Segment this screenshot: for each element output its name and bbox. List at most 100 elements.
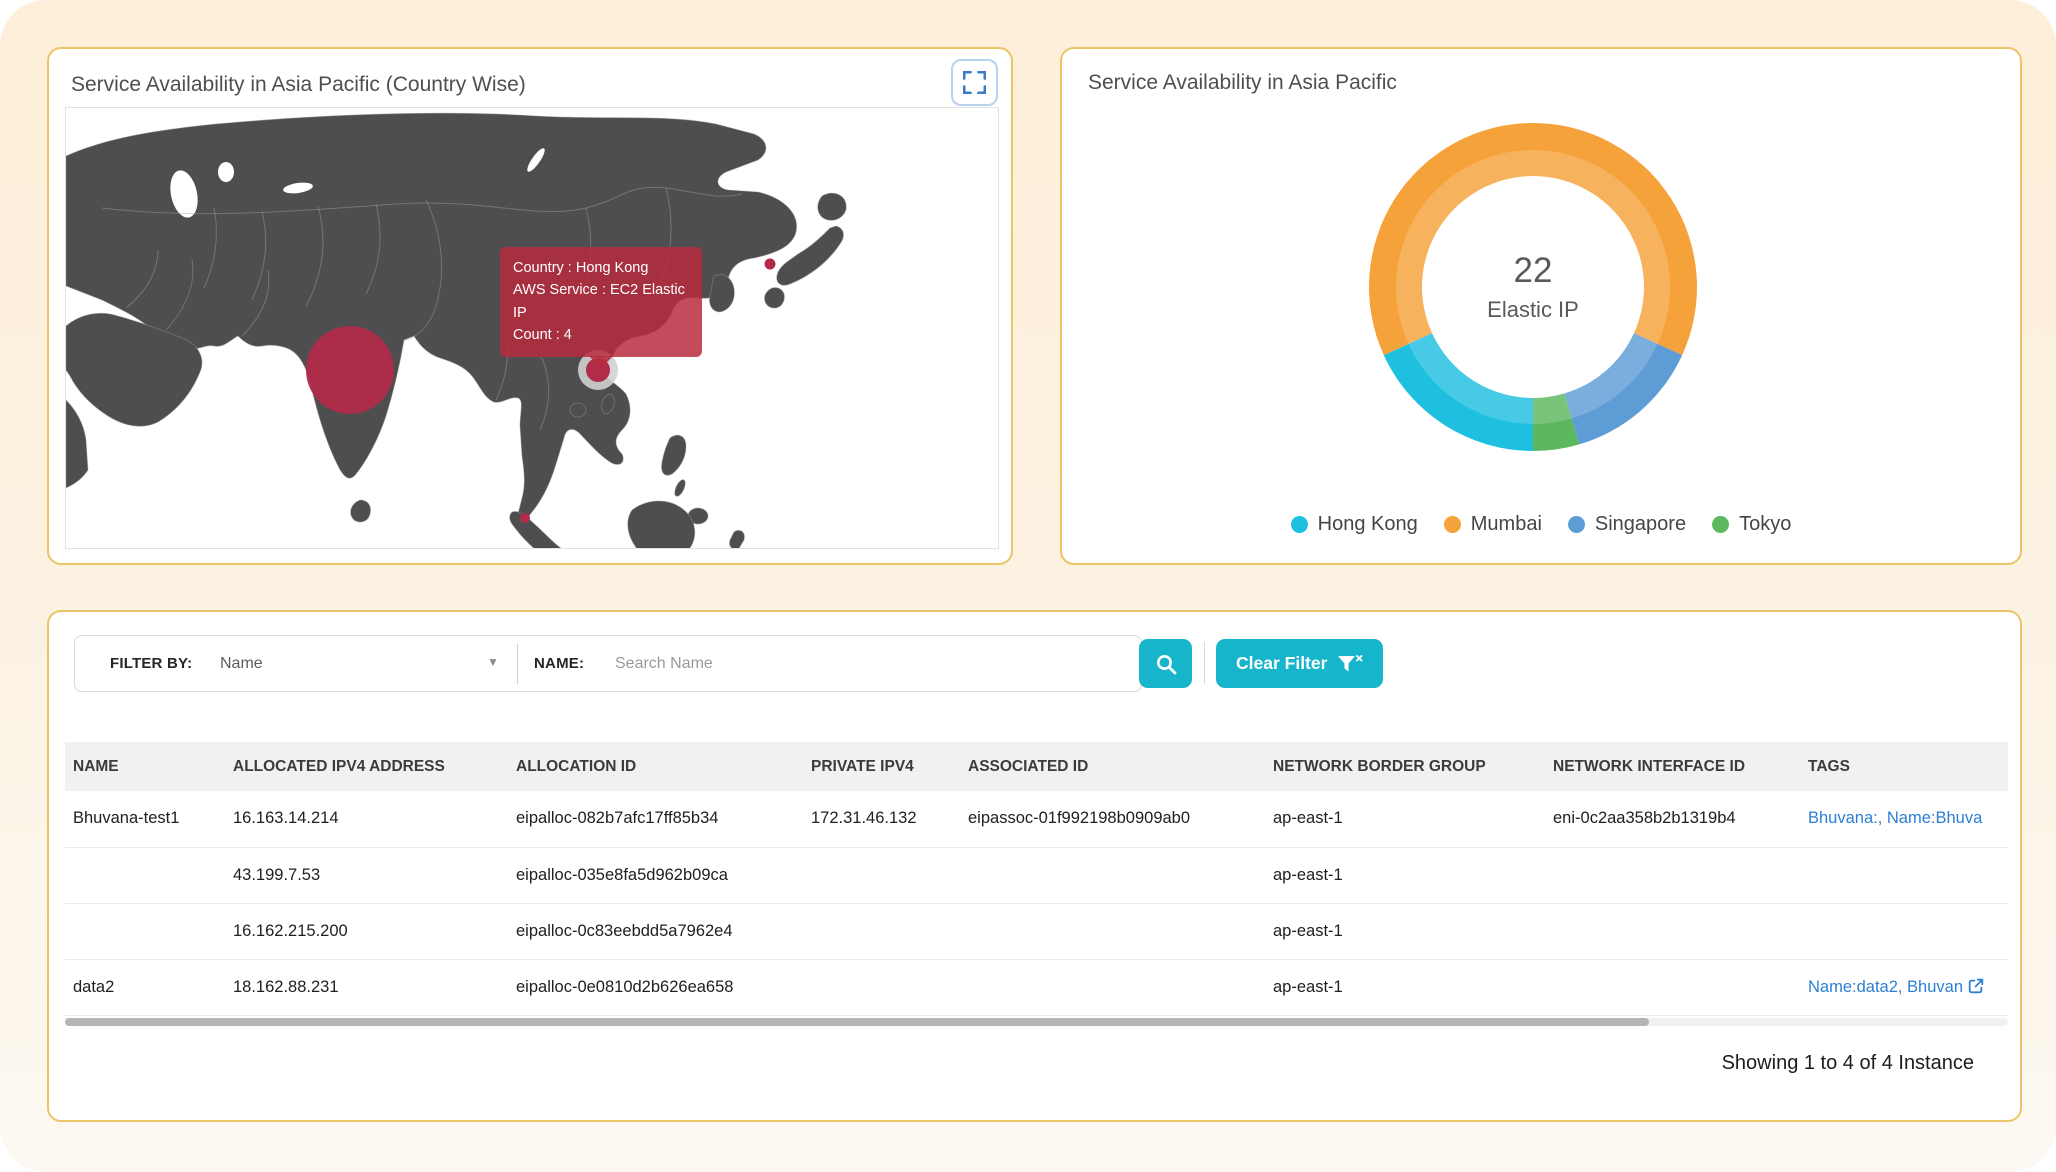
cell-allocated-ipv4: 43.199.7.53 — [225, 847, 508, 903]
cell-tags: Bhuvana:, Name:Bhuva — [1800, 791, 2008, 847]
cell-tags — [1800, 847, 2008, 903]
search-input[interactable] — [615, 642, 1125, 685]
tooltip-service: AWS Service : EC2 Elastic IP — [513, 279, 689, 324]
map-borneo — [628, 501, 695, 549]
filter-divider — [517, 644, 518, 684]
cell-private-ipv4 — [803, 959, 960, 1015]
cell-private-ipv4 — [803, 903, 960, 959]
cell-network-interface-id — [1545, 903, 1800, 959]
bubble-japan-tokyo[interactable] — [765, 259, 776, 270]
cell-network-border-group: ap-east-1 — [1265, 791, 1545, 847]
legend-label: Tokyo — [1739, 513, 1791, 536]
cell-private-ipv4 — [803, 847, 960, 903]
col-header-associated-id: ASSOCIATED ID — [960, 742, 1265, 791]
cell-allocation-id: eipalloc-035e8fa5d962b09ca — [508, 847, 803, 903]
cell-network-border-group: ap-east-1 — [1265, 847, 1545, 903]
table-row: 16.162.215.200 eipalloc-0c83eebdd5a7962e… — [65, 903, 2008, 959]
donut-panel: Service Availability in Asia Pacific 22 … — [1060, 47, 2022, 565]
table-header-row: NAME ALLOCATED IPV4 ADDRESS ALLOCATION I… — [65, 742, 2008, 791]
legend-dot — [1568, 516, 1585, 533]
legend-item-hong-kong[interactable]: Hong Kong — [1291, 513, 1418, 536]
cell-associated-id — [960, 847, 1265, 903]
expand-map-button[interactable] — [951, 59, 998, 106]
cell-private-ipv4: 172.31.46.132 — [803, 791, 960, 847]
donut-chart: 22 Elastic IP — [1303, 57, 1763, 517]
magnifier-icon — [1154, 652, 1178, 676]
external-link-icon[interactable] — [1967, 977, 1985, 995]
map-philippines-isle — [673, 478, 688, 498]
map-tooltip: Country : Hong Kong AWS Service : EC2 El… — [500, 247, 702, 357]
col-header-allocation-id: ALLOCATION ID — [508, 742, 803, 791]
legend-dot — [1712, 516, 1729, 533]
donut-svg — [1303, 57, 1763, 517]
tags-link[interactable]: Bhuvana:, Name:Bhuva — [1808, 809, 1982, 827]
tags-link[interactable]: Name:data2, Bhuvan — [1808, 978, 1963, 996]
legend-label: Singapore — [1595, 513, 1686, 536]
map-sulawesi — [729, 530, 744, 549]
cell-name — [65, 903, 225, 959]
col-header-network-border-group: NETWORK BORDER GROUP — [1265, 742, 1545, 791]
col-header-name: NAME — [65, 742, 225, 791]
fullscreen-icon — [963, 71, 986, 94]
filter-by-label: FILTER BY: — [110, 636, 192, 691]
map-japan-hokkaido — [818, 193, 847, 220]
cell-network-border-group: ap-east-1 — [1265, 959, 1545, 1015]
filter-by-dropdown[interactable]: Name — [220, 636, 263, 691]
col-header-tags: TAGS — [1800, 742, 2008, 791]
button-divider — [1204, 642, 1205, 684]
donut-legend: Hong Kong Mumbai Singapore Tokyo — [1062, 513, 2020, 536]
dashboard-page: Service Availability in Asia Pacific (Co… — [0, 0, 2056, 1172]
cell-name: Bhuvana-test1 — [65, 791, 225, 847]
map-hainan — [570, 403, 586, 417]
clear-filter-button[interactable]: Clear Filter — [1216, 639, 1383, 688]
bubble-singapore[interactable] — [520, 513, 530, 523]
cell-tags — [1800, 903, 2008, 959]
cell-network-interface-id — [1545, 847, 1800, 903]
cell-associated-id — [960, 959, 1265, 1015]
clear-filter-icon — [1337, 654, 1363, 674]
filter-bar: FILTER BY: Name ▼ NAME: — [74, 635, 1142, 692]
table-row: data2 18.162.88.231 eipalloc-0e0810d2b62… — [65, 959, 2008, 1015]
legend-item-tokyo[interactable]: Tokyo — [1712, 513, 1791, 536]
legend-dot — [1444, 516, 1461, 533]
map-landmass-africa-edge — [66, 400, 88, 488]
cell-allocation-id: eipalloc-082b7afc17ff85b34 — [508, 791, 803, 847]
table-row: Bhuvana-test1 16.163.14.214 eipalloc-082… — [65, 791, 2008, 847]
cell-name — [65, 847, 225, 903]
cell-associated-id: eipassoc-01f992198b0909ab0 — [960, 791, 1265, 847]
search-button[interactable] — [1139, 639, 1192, 688]
col-header-network-interface-id: NETWORK INTERFACE ID — [1545, 742, 1800, 791]
cell-network-interface-id — [1545, 959, 1800, 1015]
legend-label: Hong Kong — [1318, 513, 1418, 536]
map-aral-sea — [218, 162, 234, 182]
map-panel: Service Availability in Asia Pacific (Co… — [47, 47, 1013, 565]
map-panel-title: Service Availability in Asia Pacific (Co… — [71, 73, 526, 97]
map-korea — [709, 275, 734, 312]
legend-label: Mumbai — [1471, 513, 1542, 536]
cell-tags: Name:data2, Bhuvan — [1800, 959, 2008, 1015]
horizontal-scrollbar — [65, 1018, 2008, 1026]
col-header-allocated-ipv4: ALLOCATED IPV4 ADDRESS — [225, 742, 508, 791]
cell-allocation-id: eipalloc-0e0810d2b626ea658 — [508, 959, 803, 1015]
chevron-down-icon[interactable]: ▼ — [487, 636, 499, 691]
cell-allocation-id: eipalloc-0c83eebdd5a7962e4 — [508, 903, 803, 959]
scrollbar-thumb[interactable] — [65, 1018, 1649, 1026]
table-row: 43.199.7.53 eipalloc-035e8fa5d962b09ca a… — [65, 847, 2008, 903]
legend-item-mumbai[interactable]: Mumbai — [1444, 513, 1542, 536]
bubble-india-mumbai[interactable] — [306, 326, 394, 414]
map-philippines-luzon — [661, 435, 686, 475]
legend-item-singapore[interactable]: Singapore — [1568, 513, 1686, 536]
cell-allocated-ipv4: 16.162.215.200 — [225, 903, 508, 959]
cell-allocated-ipv4: 18.162.88.231 — [225, 959, 508, 1015]
cell-name: data2 — [65, 959, 225, 1015]
cell-allocated-ipv4: 16.163.14.214 — [225, 791, 508, 847]
tooltip-count: Count : 4 — [513, 324, 689, 346]
tooltip-country: Country : Hong Kong — [513, 257, 689, 279]
donut-inner-highlight-ring — [1409, 163, 1657, 411]
col-header-private-ipv4: PRIVATE IPV4 — [803, 742, 960, 791]
asia-map[interactable]: Country : Hong Kong AWS Service : EC2 El… — [65, 107, 999, 549]
table-summary: Showing 1 to 4 of 4 Instance — [1722, 1052, 1974, 1075]
elastic-ip-table: NAME ALLOCATED IPV4 ADDRESS ALLOCATION I… — [65, 742, 2008, 1016]
cell-network-interface-id: eni-0c2aa358b2b1319b4 — [1545, 791, 1800, 847]
cell-associated-id — [960, 903, 1265, 959]
